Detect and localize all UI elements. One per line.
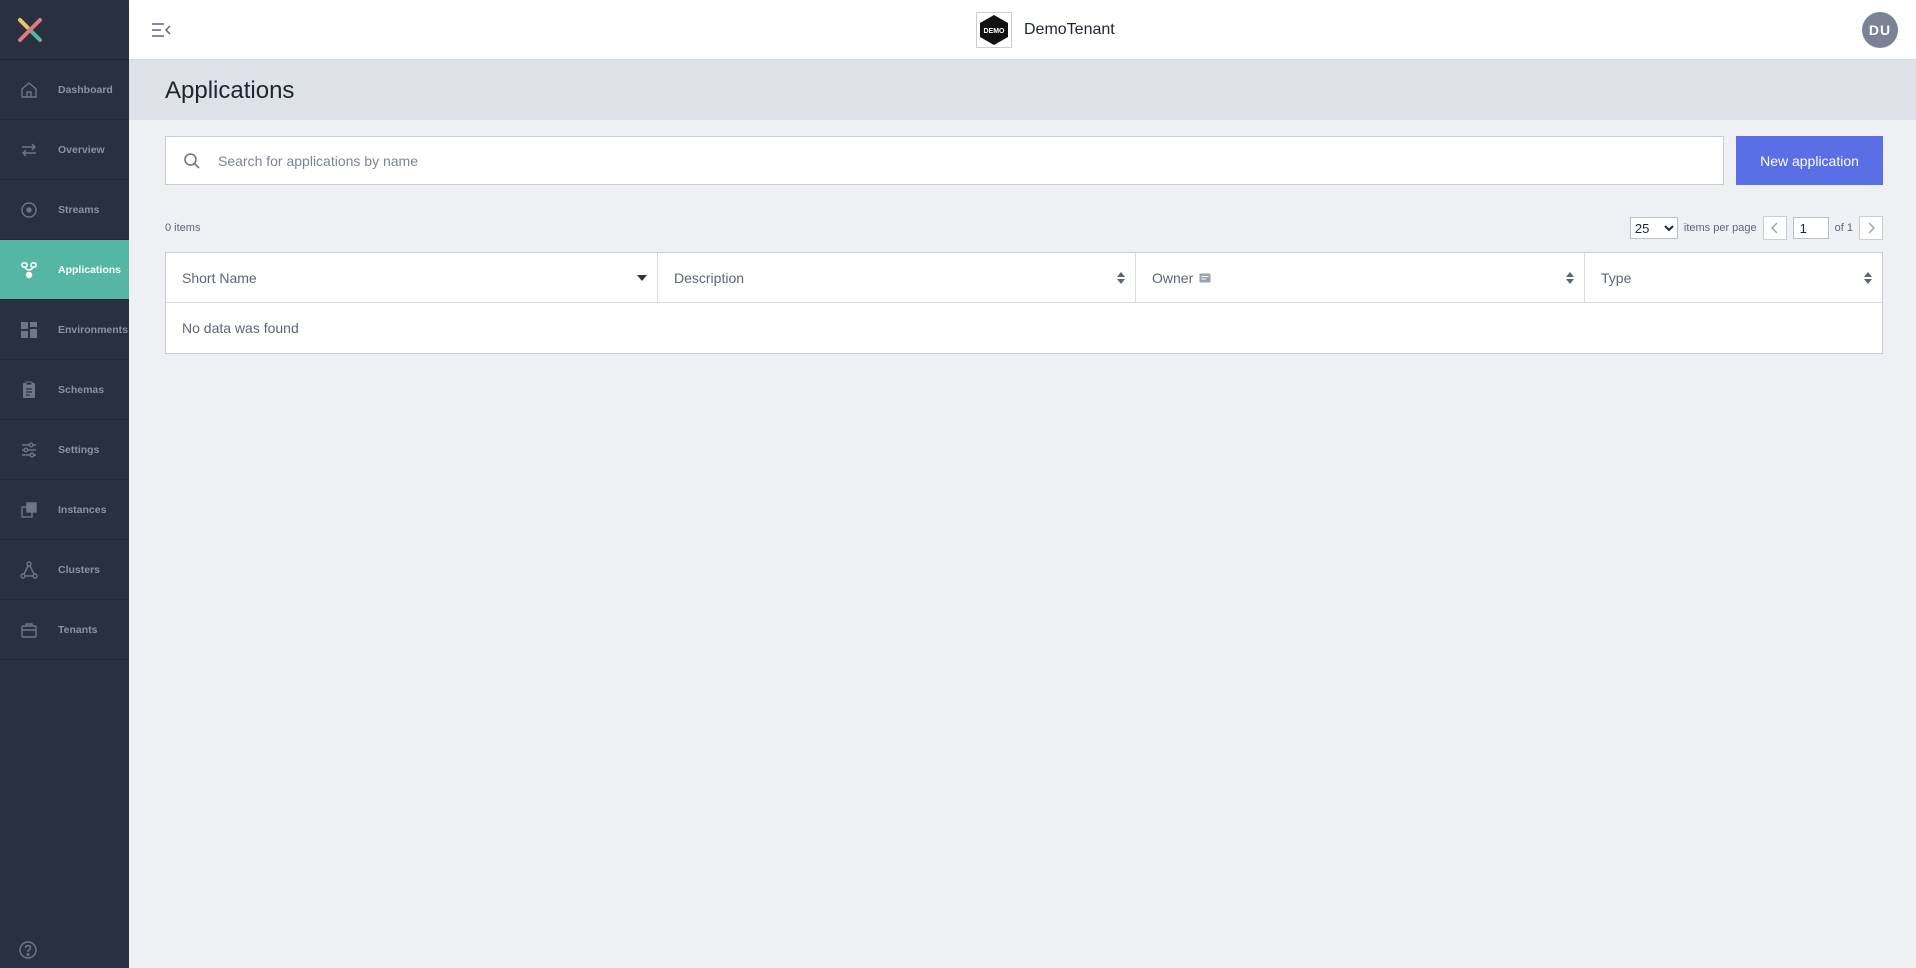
items-per-page-label: items per page: [1683, 222, 1757, 234]
sidebar-item-settings[interactable]: Settings: [0, 420, 129, 480]
title-band: Applications: [129, 60, 1916, 120]
pagination: 25 items per page of 1: [1629, 216, 1883, 240]
sidebar-item-instances[interactable]: Instances: [0, 480, 129, 540]
logo-icon: [18, 17, 42, 42]
column-label: Short Name: [182, 269, 257, 286]
sidebar-item-environments[interactable]: Environments: [0, 300, 129, 360]
sidebar-item-applications[interactable]: Applications: [0, 240, 129, 300]
table-header: Short Name Description Owner Type: [166, 253, 1882, 303]
app-logo[interactable]: [0, 0, 129, 60]
page-number-input[interactable]: [1792, 217, 1829, 239]
table-body: No data was found: [166, 303, 1882, 353]
home-icon: [0, 80, 58, 100]
column-label: Description: [674, 269, 745, 286]
column-header-description[interactable]: Description: [658, 253, 1136, 302]
help-button[interactable]: [16, 938, 40, 962]
target-icon: [0, 200, 58, 220]
items-per-page-select[interactable]: 25: [1629, 217, 1678, 239]
sidebar-item-label: Settings: [58, 443, 100, 456]
avatar[interactable]: DU: [1862, 12, 1898, 48]
tenant-name: DemoTenant: [1024, 21, 1115, 38]
owner-card-icon: [1199, 273, 1211, 282]
sidebar-item-overview[interactable]: Overview: [0, 120, 129, 180]
sidebar-item-label: Schemas: [58, 383, 105, 396]
page-total-label: of 1: [1834, 222, 1853, 234]
column-header-owner[interactable]: Owner: [1136, 253, 1585, 302]
column-label: Owner: [1152, 269, 1194, 286]
help-icon: [19, 941, 37, 959]
sidebar-item-clusters[interactable]: Clusters: [0, 540, 129, 600]
column-header-short-name[interactable]: Short Name: [166, 253, 658, 302]
sidebar-item-label: Tenants: [58, 623, 98, 636]
sidebar-item-label: Applications: [58, 263, 122, 276]
briefcase-icon: [0, 620, 58, 640]
applications-table: Short Name Description Owner Type No dat…: [165, 252, 1883, 354]
instances-icon: [0, 500, 58, 520]
arrows-icon: [0, 140, 58, 160]
tenant-logo: DEMO: [976, 12, 1012, 48]
next-page-button[interactable]: [1859, 216, 1883, 240]
prev-page-button[interactable]: [1762, 216, 1787, 240]
sort-icon: [1566, 271, 1574, 284]
top-bar: DEMO DemoTenant DU: [129, 0, 1916, 60]
sidebar-item-dashboard[interactable]: Dashboard: [0, 60, 129, 120]
search-input[interactable]: [218, 137, 1723, 184]
sidebar-item-label: Instances: [58, 503, 107, 516]
tenant-logo-text: DEMO: [984, 28, 1006, 35]
chevron-left-icon: [1770, 222, 1778, 234]
sort-icon: [1117, 271, 1125, 284]
chevron-right-icon: [1868, 222, 1875, 234]
sidebar-item-streams[interactable]: Streams: [0, 180, 129, 240]
sidebar: Dashboard Overview Streams Applications …: [0, 0, 129, 968]
sidebar-item-label: Overview: [58, 143, 105, 156]
collapse-menu-button[interactable]: [149, 18, 173, 42]
sidebar-item-label: Clusters: [58, 563, 101, 576]
sort-icon: [1864, 271, 1872, 284]
sidebar-item-tenants[interactable]: Tenants: [0, 600, 129, 660]
new-application-button[interactable]: New application: [1736, 136, 1883, 185]
column-header-type[interactable]: Type: [1585, 253, 1882, 302]
tenant-info: DEMO DemoTenant: [976, 11, 1115, 49]
column-label: Type: [1601, 269, 1632, 286]
sidebar-item-label: Streams: [58, 203, 100, 216]
collapse-menu-icon: [152, 23, 171, 37]
sort-desc-icon: [637, 274, 647, 281]
page-title: Applications: [165, 77, 295, 104]
clipboard-icon: [0, 380, 58, 400]
search-icon: [166, 152, 218, 170]
sidebar-item-schemas[interactable]: Schemas: [0, 360, 129, 420]
grid-icon: [0, 320, 58, 340]
search-box: [165, 136, 1724, 185]
sidebar-item-label: Dashboard: [58, 83, 113, 96]
network-icon: [0, 560, 58, 580]
applications-icon: [0, 260, 58, 280]
sliders-icon: [0, 440, 58, 460]
sidebar-item-label: Environments: [58, 323, 129, 336]
items-count: 0 items: [165, 222, 201, 234]
empty-state-text: No data was found: [182, 320, 299, 336]
